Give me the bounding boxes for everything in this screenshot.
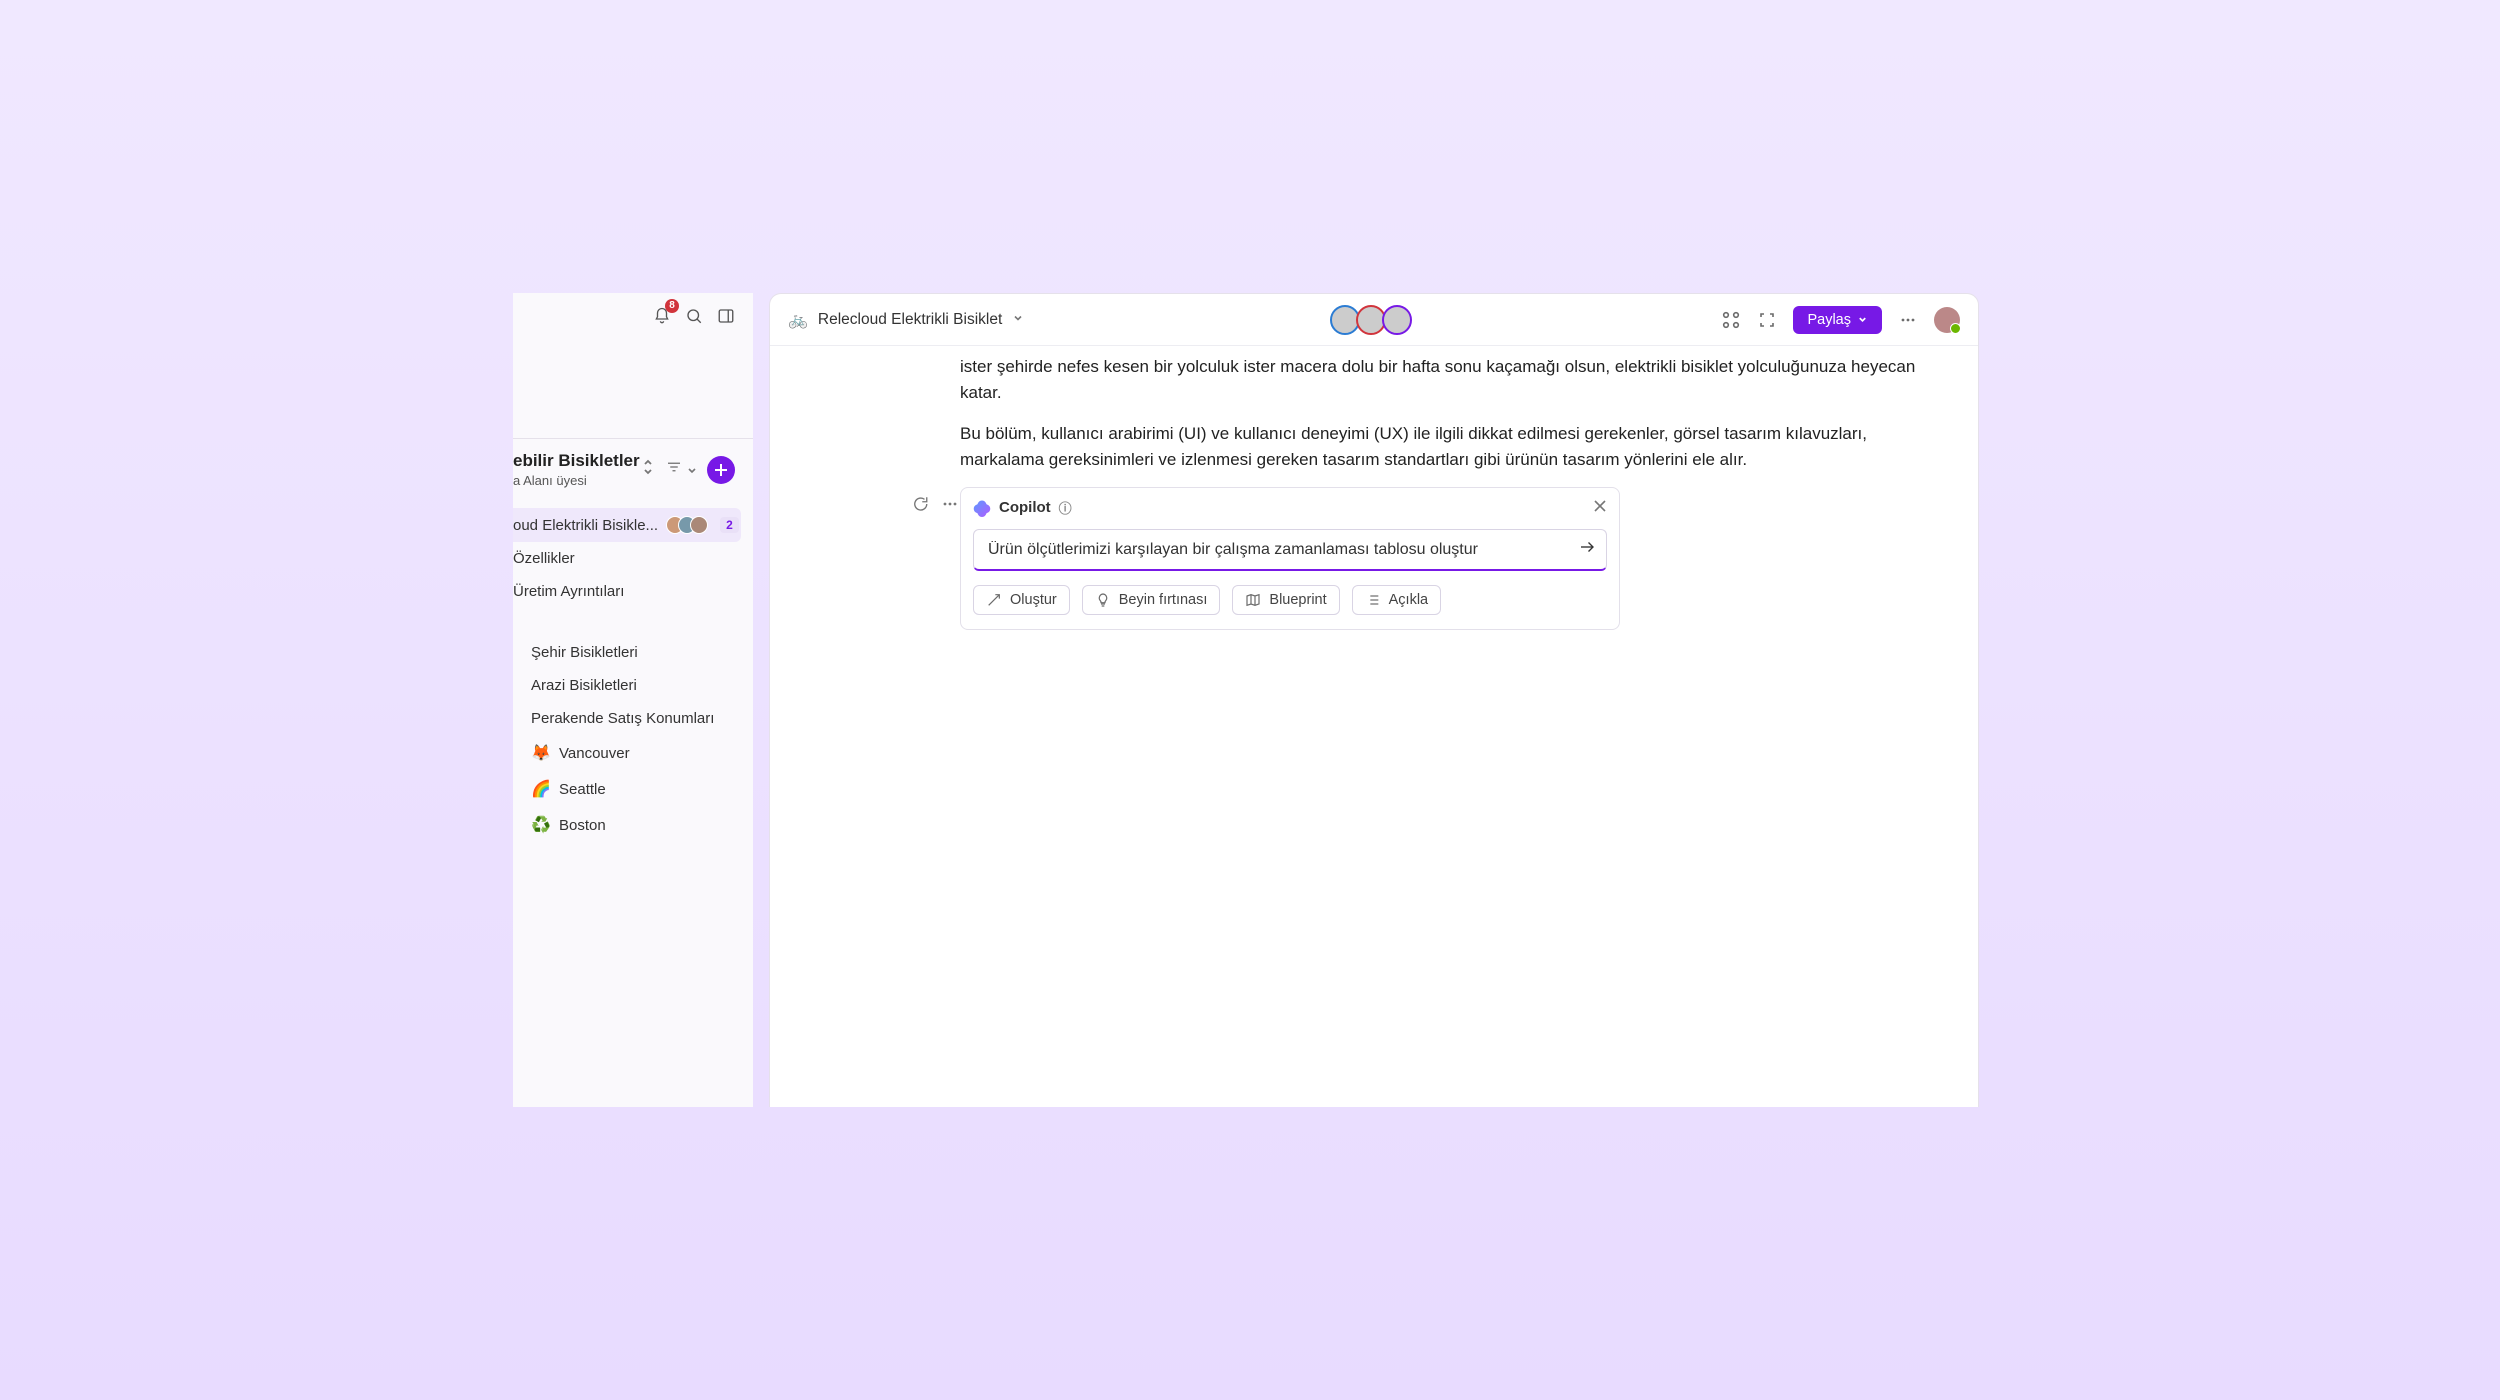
nav-item-label: Şehir Bisikletleri [531, 644, 638, 661]
map-icon [1245, 592, 1261, 608]
copilot-input[interactable] [988, 541, 1578, 559]
notification-count: 8 [665, 299, 679, 313]
focus-button[interactable] [1757, 310, 1777, 330]
copilot-chip-blueprint[interactable]: Blueprint [1232, 585, 1339, 615]
body-paragraph[interactable]: Bu bölüm, kullanıcı arabirimi (UI) ve ku… [960, 421, 1922, 474]
nav-list: oud Elektrikli Bisikle... 2 Özellikler Ü… [513, 508, 741, 843]
copilot-close-button[interactable] [1593, 497, 1607, 518]
copilot-logo-icon [973, 499, 991, 517]
nav-item-retail-locations[interactable]: Perakende Satış Konumları [513, 702, 741, 735]
nav-item-label: Seattle [559, 781, 606, 798]
more-button[interactable] [1898, 310, 1918, 330]
workspace-section: ebilir Bisikletler a Alanı üyesi [513, 438, 753, 855]
ellipsis-icon [941, 495, 959, 513]
filter-button[interactable] [665, 458, 697, 481]
block-more-button[interactable] [940, 494, 960, 514]
account-avatar[interactable] [1934, 307, 1960, 333]
topbar: 🚲 Relecloud Elektrikli Bisiklet [770, 294, 1978, 346]
workspace-subtitle: a Alanı üyesi [513, 473, 640, 488]
document-title: Relecloud Elektrikli Bisiklet [818, 311, 1002, 329]
share-label: Paylaş [1807, 312, 1851, 328]
avatar-icon [690, 516, 708, 534]
page-emoji-icon: ♻️ [531, 815, 551, 835]
chip-label: Blueprint [1269, 592, 1326, 608]
panel-icon [717, 307, 735, 325]
nav-item-boston[interactable]: ♻️ Boston [513, 807, 741, 843]
presence-avatar [1382, 305, 1412, 335]
nav-item-land-bikes[interactable]: Arazi Bisikletleri [513, 669, 741, 702]
copilot-chip-create[interactable]: Oluştur [973, 585, 1070, 615]
nav-item-seattle[interactable]: 🌈 Seattle [513, 771, 741, 807]
copilot-chip-brainstorm[interactable]: Beyin fırtınası [1082, 585, 1221, 615]
page-emoji-icon: 🌈 [531, 779, 551, 799]
page-emoji-icon: 🦊 [531, 743, 551, 763]
list-icon [1365, 592, 1381, 608]
copilot-chip-explain[interactable]: Açıkla [1352, 585, 1442, 615]
apps-button[interactable] [1721, 310, 1741, 330]
comment-icon [911, 495, 929, 513]
nav-item-label: Perakende Satış Konumları [531, 710, 714, 727]
nav-item-vancouver[interactable]: 🦊 Vancouver [513, 735, 741, 771]
panel-toggle-button[interactable] [715, 305, 737, 327]
chevron-down-icon [687, 466, 697, 476]
add-button[interactable] [707, 456, 735, 484]
document-emoji-icon: 🚲 [788, 310, 808, 330]
nav-item-label: Özellikler [513, 550, 575, 567]
copilot-suggestions: Oluştur Beyin fırtınası Blueprint Açıkla [973, 585, 1607, 615]
workspace-switcher[interactable] [641, 458, 655, 481]
chip-label: Oluştur [1010, 592, 1057, 608]
copilot-panel: Copilot ⓘ Oluştur [960, 487, 1620, 630]
close-icon [1593, 499, 1607, 513]
share-button[interactable]: Paylaş [1793, 306, 1882, 334]
focus-icon [1758, 311, 1776, 329]
workspace-header: ebilir Bisikletler a Alanı üyesi [513, 451, 741, 488]
chip-label: Beyin fırtınası [1119, 592, 1208, 608]
copilot-title: Copilot [999, 499, 1051, 516]
document-title-group[interactable]: 🚲 Relecloud Elektrikli Bisiklet [788, 310, 1024, 330]
nav-item-label: Boston [559, 817, 606, 834]
nav-item-avatars [666, 516, 708, 534]
body-paragraph[interactable]: ister şehirde nefes kesen bir yolculuk i… [960, 354, 1922, 407]
nav-item-label: oud Elektrikli Bisikle... [513, 517, 658, 534]
sidebar-topbar: 8 [513, 293, 753, 438]
presence-avatars[interactable] [1334, 305, 1412, 335]
search-button[interactable] [683, 305, 705, 327]
chevron-updown-icon [641, 458, 655, 476]
workspace-title: ebilir Bisikletler [513, 451, 640, 471]
chevron-down-icon [1012, 312, 1024, 324]
chip-label: Açıkla [1389, 592, 1429, 608]
document-menu[interactable] [1012, 311, 1024, 329]
grid-icon [1722, 311, 1740, 329]
nav-item-features[interactable]: Özellikler [513, 542, 741, 575]
copilot-input-wrap [973, 529, 1607, 571]
nav-item-production[interactable]: Üretim Ayrıntıları [513, 575, 741, 608]
arrow-right-icon [1578, 538, 1596, 556]
nav-item-city-bikes[interactable]: Şehir Bisikletleri [513, 636, 741, 669]
ellipsis-icon [1899, 311, 1917, 329]
plus-icon [714, 463, 728, 477]
search-icon [685, 307, 703, 325]
nav-item-label: Arazi Bisikletleri [531, 677, 637, 694]
document-content: ister şehirde nefes kesen bir yolculuk i… [770, 346, 1978, 630]
copilot-info-button[interactable]: ⓘ [1059, 498, 1072, 517]
nav-item-label: Üretim Ayrıntıları [513, 583, 624, 600]
nav-item-current-doc[interactable]: oud Elektrikli Bisikle... 2 [513, 508, 741, 542]
nav-item-label: Vancouver [559, 745, 630, 762]
sidebar: 8 ebilir Bisikletler a Alanı üyesi [513, 293, 753, 1107]
nav-item-badge: 2 [720, 517, 739, 533]
notifications-button[interactable]: 8 [651, 305, 673, 327]
comment-button[interactable] [910, 494, 930, 514]
main-panel: 🚲 Relecloud Elektrikli Bisiklet [769, 293, 1979, 1107]
wand-icon [986, 592, 1002, 608]
filter-icon [665, 458, 683, 476]
lightbulb-icon [1095, 592, 1111, 608]
chevron-down-icon [1857, 314, 1868, 325]
copilot-submit-button[interactable] [1578, 538, 1596, 561]
